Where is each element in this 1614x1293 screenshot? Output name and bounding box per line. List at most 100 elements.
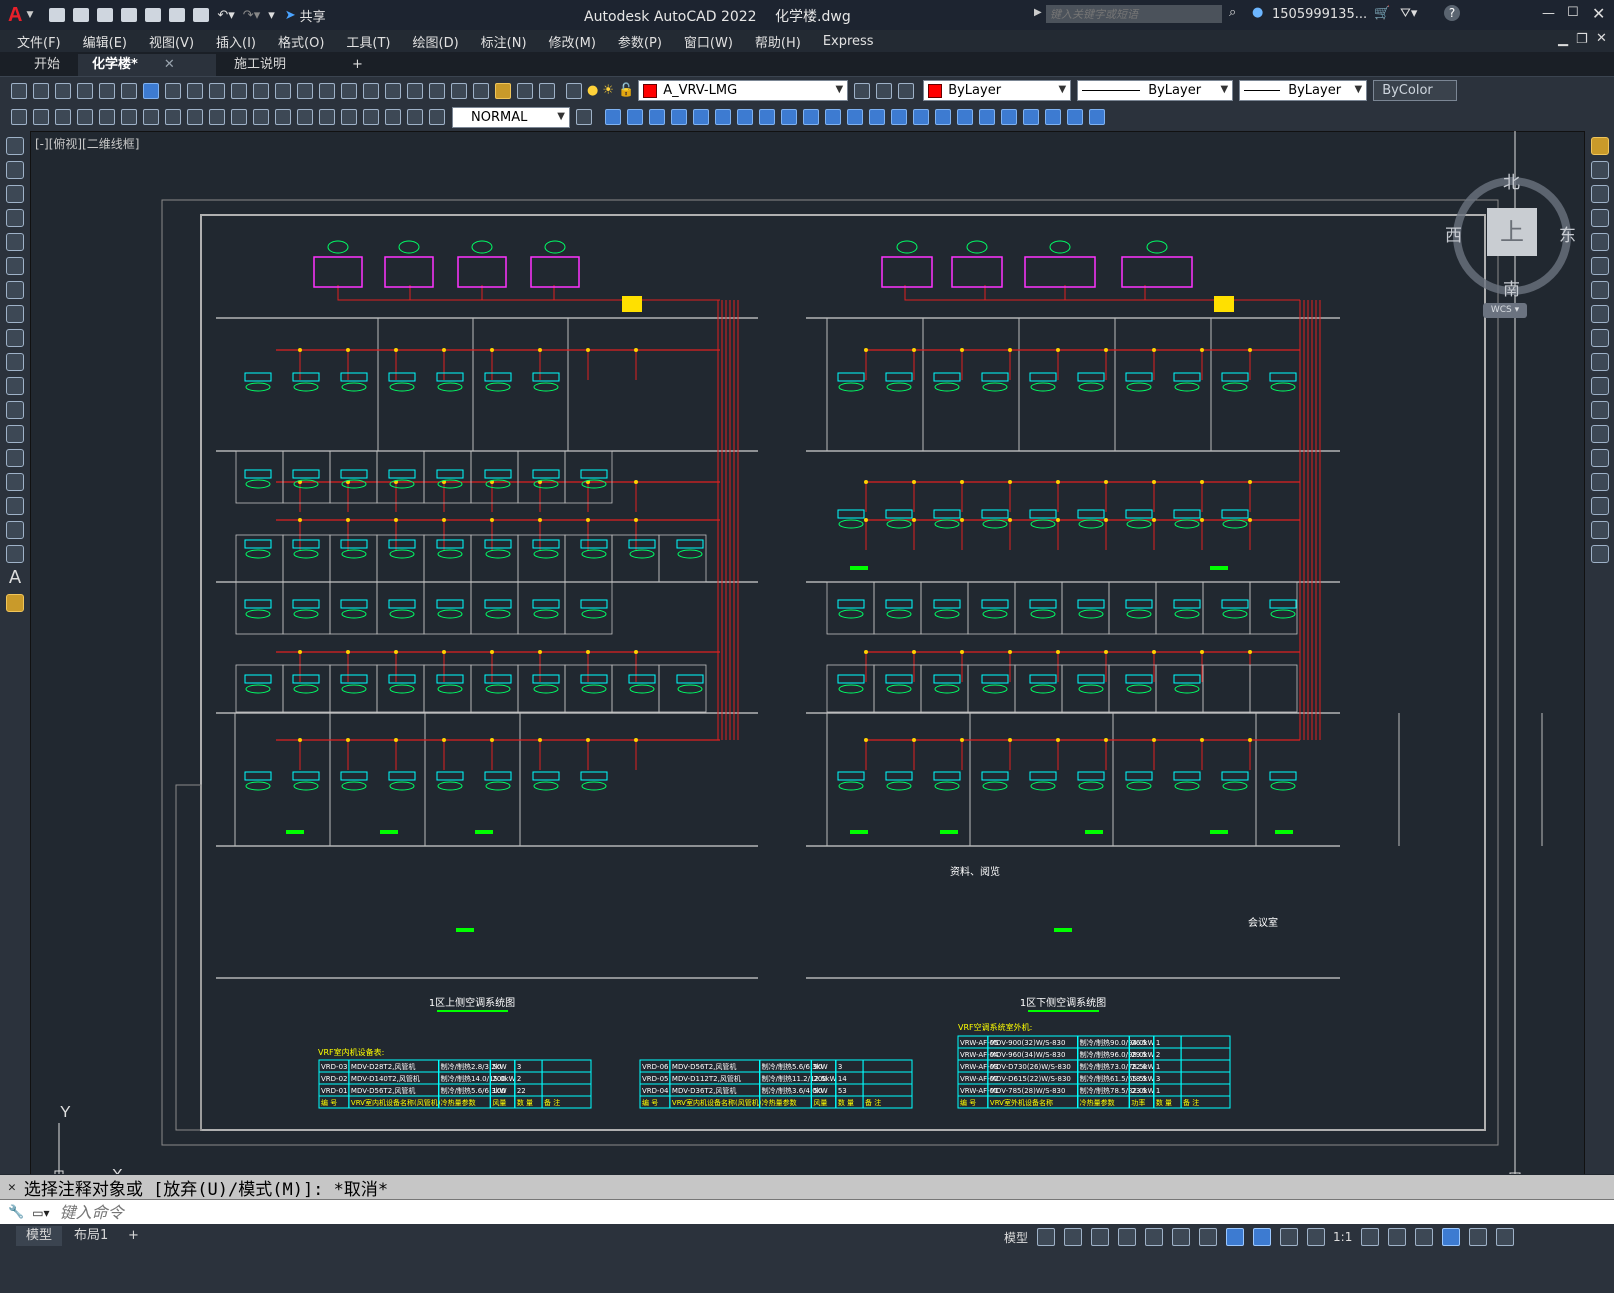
customize-wrench-icon[interactable]: 🔧	[8, 1205, 24, 1220]
menu-dimension[interactable]: 标注(N)	[470, 32, 538, 51]
search-expand-icon[interactable]: ▶	[1034, 7, 1042, 18]
new-tab-button[interactable]: +	[344, 54, 371, 76]
block-editor-icon[interactable]	[253, 82, 269, 99]
block-make-icon[interactable]	[1045, 109, 1061, 125]
customization-icon[interactable]	[1496, 1228, 1515, 1246]
layer-lock-icon[interactable]: 🔓	[618, 83, 634, 98]
dim-break-icon[interactable]	[275, 109, 291, 125]
recent-commands-icon[interactable]: ▭▾	[32, 1206, 49, 1220]
doc-close-icon[interactable]: ✕	[1596, 31, 1607, 46]
radius-icon[interactable]	[121, 109, 137, 125]
redo-icon[interactable]: ↷▾	[243, 8, 260, 23]
stretch-icon[interactable]	[759, 109, 775, 125]
polar-tracking-icon[interactable]	[1118, 1228, 1137, 1246]
zoom-realtime-icon[interactable]	[341, 82, 357, 99]
maximize-icon[interactable]: ☐	[1567, 5, 1579, 20]
linetype-dropdown[interactable]: ByLayer ▼	[1077, 80, 1234, 101]
break-at-point-icon[interactable]	[1591, 401, 1609, 419]
menu-window[interactable]: 窗口(W)	[673, 32, 744, 51]
diameter-icon[interactable]	[165, 109, 181, 125]
color-dropdown[interactable]: ByLayer ▼	[923, 80, 1072, 101]
match-properties-icon[interactable]	[231, 82, 247, 99]
scale-icon[interactable]	[1591, 305, 1609, 323]
tolerance-icon[interactable]	[297, 109, 313, 125]
insert-block-icon[interactable]	[6, 401, 24, 419]
intersect-icon[interactable]	[1001, 109, 1017, 125]
open-folder-icon[interactable]	[73, 8, 90, 22]
menu-modify[interactable]: 修改(M)	[538, 32, 607, 51]
break-icon[interactable]	[1591, 425, 1609, 443]
ortho-icon[interactable]	[1091, 1228, 1110, 1246]
blend-curves-icon[interactable]	[1591, 521, 1609, 539]
trim-icon[interactable]	[1591, 353, 1609, 371]
close-command-icon[interactable]: ✕	[8, 1180, 16, 1195]
erase-icon[interactable]	[1591, 137, 1609, 155]
plot-preview-icon[interactable]	[99, 82, 115, 99]
markup-icon[interactable]	[495, 82, 511, 99]
ordinate-icon[interactable]	[99, 109, 115, 125]
region-icon[interactable]	[6, 521, 24, 539]
add-selected-icon[interactable]	[6, 594, 24, 612]
lineweight-icon[interactable]	[1199, 1228, 1218, 1246]
wcs-dropdown[interactable]: WCS ▾	[1483, 303, 1527, 318]
aligned-dimension-icon[interactable]	[55, 109, 71, 125]
xref-icon[interactable]	[1089, 109, 1105, 125]
wblock-icon[interactable]	[1067, 109, 1083, 125]
open-icon[interactable]	[33, 82, 49, 99]
tool-palettes-icon[interactable]	[451, 82, 467, 99]
array-icon[interactable]	[671, 109, 687, 125]
isodraft-icon[interactable]	[1145, 1228, 1164, 1246]
menu-edit[interactable]: 编辑(E)	[72, 32, 138, 51]
viewcube-east[interactable]: 东	[1559, 221, 1576, 246]
stretch-icon[interactable]	[1591, 329, 1609, 347]
arc-icon[interactable]	[6, 257, 24, 275]
center-mark-icon[interactable]	[319, 109, 335, 125]
layer-state-icon[interactable]	[898, 82, 915, 99]
viewcube-south[interactable]: 南	[1503, 275, 1520, 300]
rotate-icon[interactable]	[715, 109, 731, 125]
object-snap-tracking-icon[interactable]	[1172, 1228, 1191, 1246]
trim-icon[interactable]	[781, 109, 797, 125]
menu-help[interactable]: 帮助(H)	[744, 32, 812, 51]
block-insert-icon[interactable]	[1023, 109, 1039, 125]
break-icon[interactable]	[825, 109, 841, 125]
copy-icon[interactable]	[187, 82, 203, 99]
autodesk-a360-icon[interactable]: ⛛▾	[1400, 6, 1417, 21]
new-icon[interactable]	[11, 82, 27, 99]
join-icon[interactable]	[847, 109, 863, 125]
pan-icon[interactable]	[319, 82, 335, 99]
snap-mode-icon[interactable]	[1064, 1228, 1083, 1246]
redo-icon[interactable]	[297, 82, 313, 99]
jogged-icon[interactable]	[143, 109, 159, 125]
point-icon[interactable]	[6, 449, 24, 467]
extend-icon[interactable]	[1591, 377, 1609, 395]
save-icon[interactable]	[55, 82, 71, 99]
mirror-icon[interactable]	[627, 109, 643, 125]
viewcube-north[interactable]: 北	[1503, 168, 1520, 193]
import-icon[interactable]	[169, 8, 186, 22]
paste-icon[interactable]	[209, 82, 225, 99]
quick-dimension-icon[interactable]	[11, 109, 27, 125]
polyline-icon[interactable]	[6, 185, 24, 203]
plot-icon[interactable]	[77, 82, 93, 99]
doc-minimize-icon[interactable]: ▁	[1558, 32, 1568, 47]
hatch-icon[interactable]	[6, 473, 24, 491]
region-icon[interactable]	[935, 109, 951, 125]
extend-icon[interactable]	[803, 109, 819, 125]
mirror-icon[interactable]	[1591, 185, 1609, 203]
plotstyle-dropdown[interactable]: ByColor	[1373, 80, 1458, 101]
menu-express[interactable]: Express	[812, 34, 885, 49]
menu-file[interactable]: 文件(F)	[6, 32, 72, 51]
table-icon[interactable]	[6, 545, 24, 563]
annotation-visibility-icon[interactable]	[1253, 1228, 1272, 1246]
user-name[interactable]: 1505999135...	[1272, 7, 1367, 22]
app-menu-chevron-icon[interactable]: ▼	[26, 10, 33, 20]
chamfer-icon[interactable]	[869, 109, 885, 125]
tab-layout1[interactable]: 布局1	[64, 1226, 118, 1246]
layer-dropdown[interactable]: A_VRV-LMG ▼	[638, 80, 849, 101]
properties-icon[interactable]	[407, 82, 423, 99]
cart-icon[interactable]: 🛒	[1374, 6, 1390, 21]
angular-icon[interactable]	[187, 109, 203, 125]
command-input[interactable]	[57, 1200, 1614, 1225]
ellipse-arc-icon[interactable]	[6, 377, 24, 395]
